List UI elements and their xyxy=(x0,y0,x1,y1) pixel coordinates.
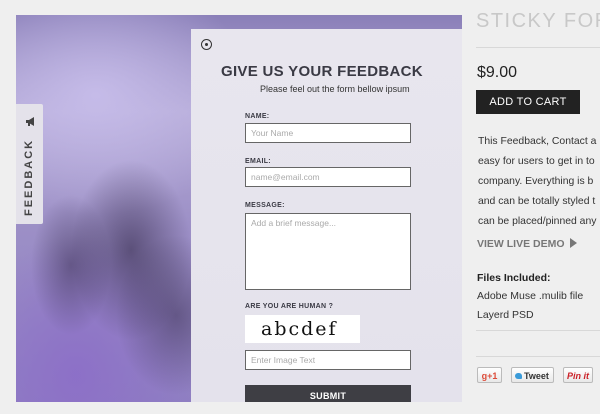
live-demo-label: VIEW LIVE DEMO xyxy=(477,238,565,250)
tweet-button[interactable]: Tweet xyxy=(511,367,554,383)
tweet-label: Tweet xyxy=(524,371,549,381)
file-item: Adobe Muse .mulib file xyxy=(477,290,584,302)
product-price: $9.00 xyxy=(477,64,518,81)
email-input[interactable]: name@email.com xyxy=(245,167,411,187)
form-title: GIVE US YOUR FEEDBACK xyxy=(221,63,423,80)
form-subtitle: Please feel out the form bellow ipsum xyxy=(260,84,410,94)
message-textarea[interactable]: Add a brief message... xyxy=(245,213,411,290)
files-heading: Files Included: xyxy=(477,272,551,284)
file-item: Layerd PSD xyxy=(477,309,534,321)
feedback-tab[interactable]: FEEDBACK xyxy=(16,104,43,224)
divider xyxy=(476,330,600,331)
name-label: NAME: xyxy=(245,113,270,120)
gplus-button[interactable]: g+1 xyxy=(477,367,502,383)
add-to-cart-button[interactable]: ADD TO CART xyxy=(476,90,580,114)
captcha-image: abcdef xyxy=(245,315,360,343)
description-line: easy for users to get in to xyxy=(478,156,595,167)
description-line: and can be totally styled t xyxy=(478,196,596,207)
view-live-demo-link[interactable]: VIEW LIVE DEMO xyxy=(477,238,578,250)
captcha-input[interactable]: Enter Image Text xyxy=(245,350,411,370)
feedback-form-panel: GIVE US YOUR FEEDBACK Please feel out th… xyxy=(191,29,462,402)
divider xyxy=(476,47,600,48)
pinit-label: Pin it xyxy=(567,371,589,381)
name-input[interactable]: Your Name xyxy=(245,123,411,143)
gplus-label: +1 xyxy=(487,371,498,381)
pinit-button[interactable]: Pin it xyxy=(563,367,593,383)
close-icon[interactable] xyxy=(201,39,212,50)
product-title: STICKY FORM xyxy=(476,10,600,32)
twitter-bird-icon xyxy=(515,373,522,379)
email-label: EMAIL: xyxy=(245,158,271,165)
play-arrow-icon xyxy=(570,238,578,248)
divider xyxy=(476,356,600,357)
product-preview-image: FEEDBACK GIVE US YOUR FEEDBACK Please fe… xyxy=(16,15,462,402)
product-description: This Feedback, Contact a easy for users … xyxy=(478,132,600,232)
submit-button[interactable]: SUBMIT xyxy=(245,385,411,402)
description-line: company. Everything is b xyxy=(478,176,594,187)
human-check-label: ARE YOU ARE HUMAN ? xyxy=(245,303,334,310)
message-label: MESSAGE: xyxy=(245,202,285,209)
feedback-tab-label: FEEDBACK xyxy=(23,138,35,216)
description-line: This Feedback, Contact a xyxy=(478,136,597,147)
description-line: can be placed/pinned any xyxy=(478,216,597,227)
